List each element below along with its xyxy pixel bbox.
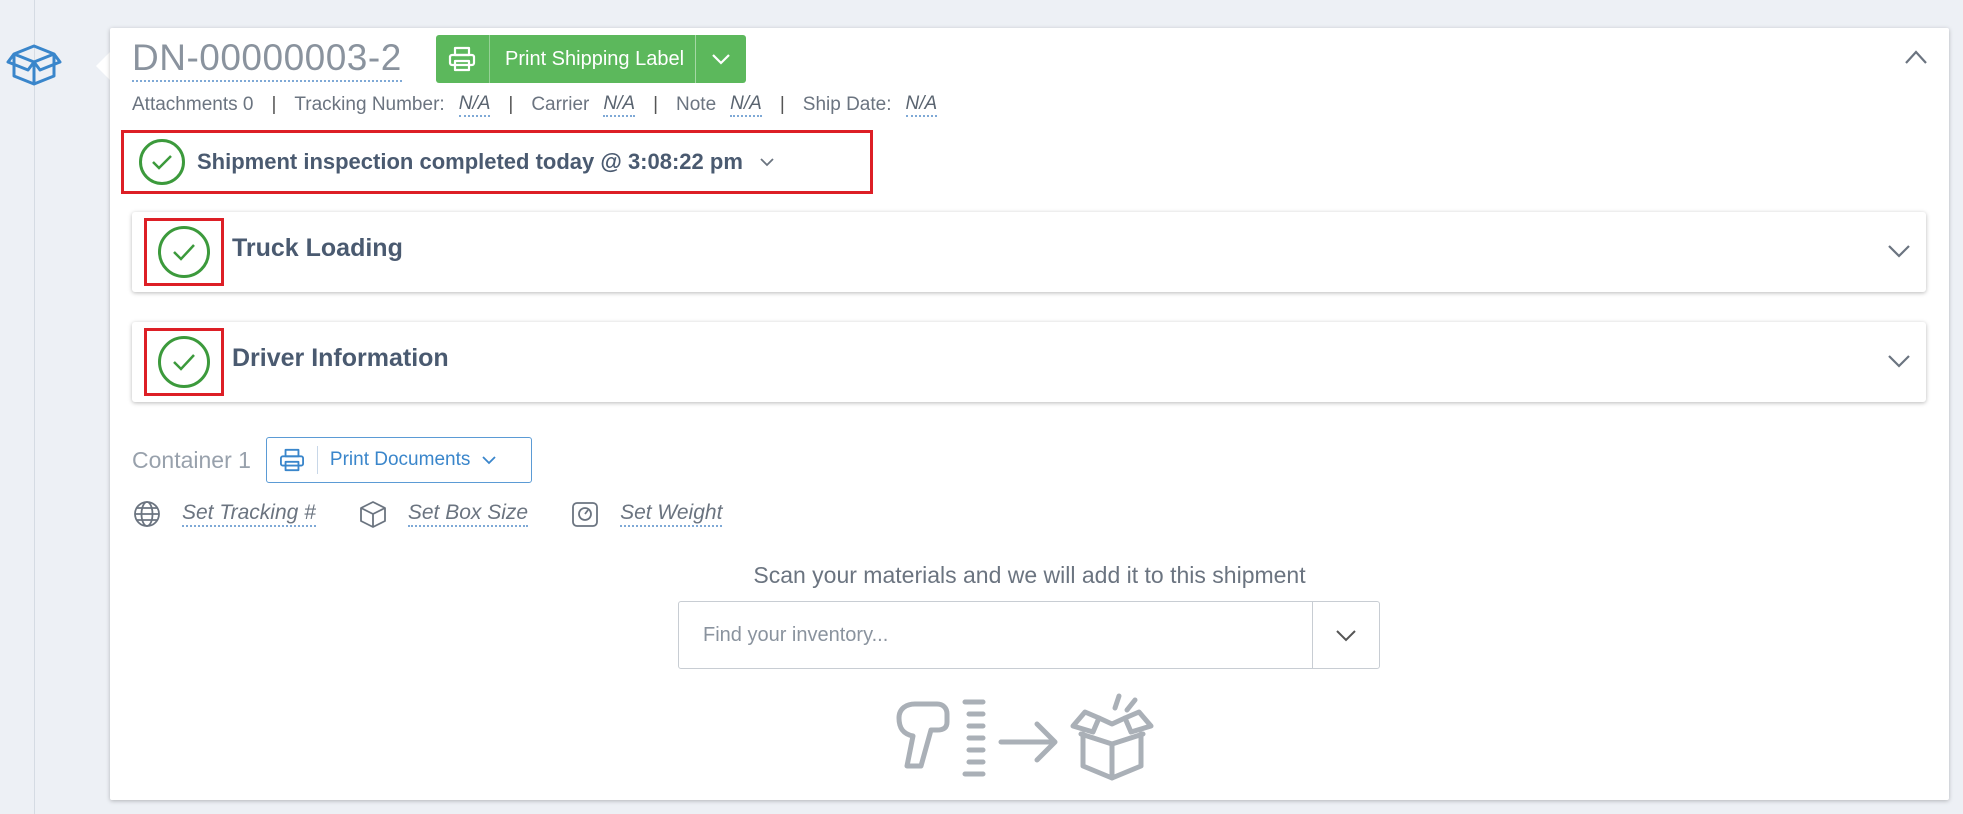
set-weight-link[interactable]: Set Weight	[620, 501, 723, 527]
tracking-number-value[interactable]: N/A	[458, 93, 491, 117]
driver-information-title: Driver Information	[232, 344, 449, 372]
truck-loading-panel[interactable]: Truck Loading	[132, 212, 1926, 292]
chevron-down-icon	[482, 455, 497, 464]
inventory-dropdown-toggle[interactable]	[1312, 602, 1379, 668]
driver-information-status	[144, 328, 224, 396]
open-box-icon	[6, 44, 62, 86]
ship-date-value[interactable]: N/A	[905, 93, 938, 117]
chevron-down-icon[interactable]	[1886, 352, 1912, 370]
globe-icon	[134, 501, 160, 527]
scale-icon	[572, 502, 598, 527]
truck-loading-title: Truck Loading	[232, 234, 403, 262]
note-value[interactable]: N/A	[730, 93, 762, 117]
tracking-number-label: Tracking Number:	[294, 94, 445, 115]
card-pointer	[96, 52, 110, 80]
set-tracking-action[interactable]: Set Tracking #	[132, 499, 316, 529]
ship-date-label: Ship Date:	[802, 94, 892, 115]
scan-prompt: Scan your materials and we will add it t…	[753, 562, 1306, 588]
chevron-down-icon	[1336, 629, 1356, 641]
print-shipping-label-group: Print Shipping Label	[436, 35, 746, 83]
check-circle-icon	[139, 139, 185, 185]
inspection-status[interactable]: Shipment inspection completed today @ 3:…	[121, 130, 873, 194]
attachments-count[interactable]: Attachments 0	[132, 94, 253, 116]
cube-icon	[359, 501, 386, 528]
note-label: Note	[676, 94, 717, 115]
printer-icon	[279, 448, 304, 472]
carrier-label: Carrier	[531, 94, 590, 115]
print-shipping-label-button[interactable]: Print Shipping Label	[436, 35, 695, 83]
chevron-down-icon	[760, 158, 774, 167]
container-label: Container 1	[132, 446, 251, 473]
chevron-down-icon[interactable]	[1886, 242, 1912, 260]
timeline-line	[34, 0, 35, 814]
set-box-size-action[interactable]: Set Box Size	[358, 499, 529, 529]
print-label-dropdown-toggle[interactable]	[695, 35, 746, 83]
set-box-size-link[interactable]: Set Box Size	[407, 501, 529, 527]
inventory-search	[678, 601, 1380, 669]
set-tracking-link[interactable]: Set Tracking #	[182, 501, 316, 527]
chevron-down-icon	[712, 54, 730, 65]
scanner-to-box-icon	[896, 693, 1154, 781]
shipment-id[interactable]: DN-00000003-2	[132, 36, 402, 82]
container-header: Container 1 Print Documents	[132, 437, 532, 483]
print-documents-text: Print Documents	[329, 449, 471, 470]
inspection-status-text: Shipment inspection completed today @ 3:…	[197, 149, 743, 174]
truck-loading-status	[144, 218, 224, 286]
shipment-card: DN-00000003-2 Print Shipping Label Attac…	[110, 28, 1949, 800]
print-documents-button[interactable]: Print Documents	[265, 437, 532, 483]
inventory-search-input[interactable]	[679, 602, 1312, 668]
driver-information-panel[interactable]: Driver Information	[132, 322, 1926, 402]
container-actions: Set Tracking # Set Box Size Set Weight	[132, 499, 764, 529]
print-shipping-label-text: Print Shipping Label	[505, 47, 685, 70]
check-circle-icon	[158, 226, 210, 278]
printer-icon	[448, 46, 476, 72]
set-weight-action[interactable]: Set Weight	[570, 499, 723, 529]
carrier-value[interactable]: N/A	[603, 93, 636, 117]
check-circle-icon	[158, 336, 210, 388]
chevron-up-icon[interactable]	[1903, 48, 1929, 66]
shipment-meta: Attachments 0 | Tracking Number: N/A | C…	[132, 93, 938, 117]
